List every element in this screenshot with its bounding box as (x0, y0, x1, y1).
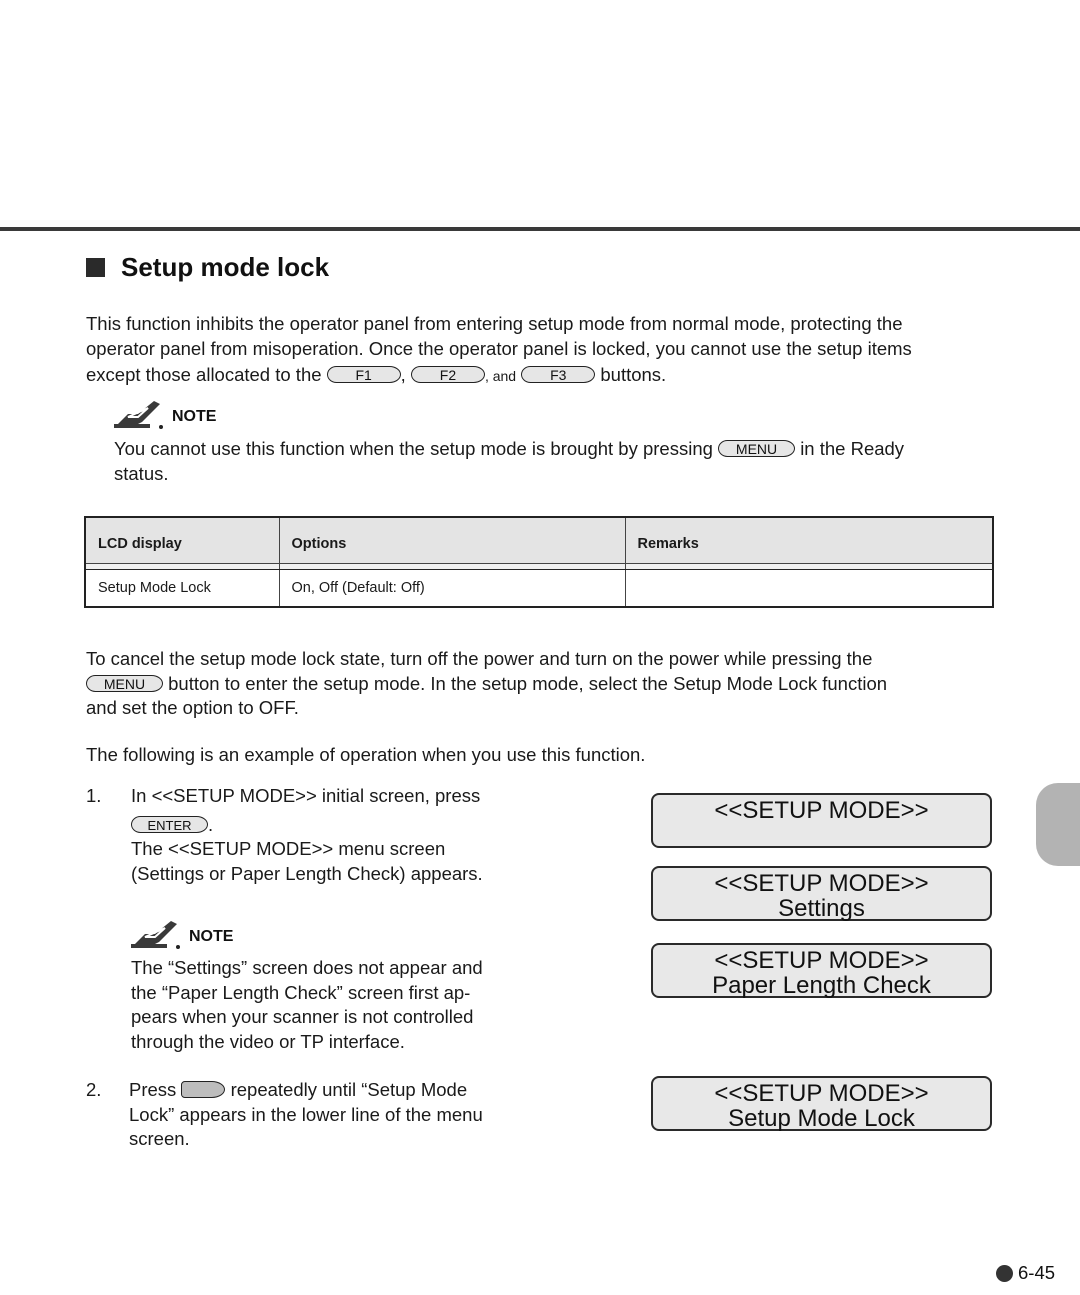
note-label: NOTE (189, 928, 234, 945)
intro-line-2: operator panel from misoperation. Once t… (86, 337, 912, 359)
right-arrow-key-icon (181, 1081, 226, 1099)
table-row: Setup Mode Lock On, Off (Default: Off) (85, 569, 993, 607)
cell-lcd-display: Setup Mode Lock (85, 569, 280, 607)
lcd-screen-paper-length-check: <<SETUP MODE>> Paper Length Check (651, 943, 992, 998)
step-1: In <<SETUP MODE>> initial screen, press … (131, 785, 483, 884)
enter-key: ENTER (131, 815, 208, 833)
settings-table: LCD display Options Remarks Setup Mode L… (84, 516, 994, 608)
note-label: NOTE (172, 408, 217, 425)
note-header: NOTE (114, 400, 216, 430)
square-bullet-icon (86, 258, 105, 277)
step-number: 2. (86, 1079, 102, 1100)
f2-key: F2 (410, 366, 485, 384)
example-intro: The following is an example of operation… (86, 744, 646, 765)
chapter-tab (1036, 783, 1080, 866)
lcd-screen-initial: <<SETUP MODE>> (651, 793, 992, 848)
intro-paragraph: This function inhibits the operator pane… (86, 312, 912, 389)
intro-line-3: except those allocated to the F1, F2, an… (86, 364, 667, 385)
intro-line-1: This function inhibits the operator pane… (86, 313, 903, 334)
header-remarks: Remarks (625, 517, 993, 564)
note-2-text: The “Settings” screen does not appear an… (131, 957, 483, 1052)
header-options: Options (279, 517, 626, 564)
section-title: Setup mode lock (121, 252, 330, 282)
menu-key: MENU (718, 440, 796, 458)
note-header: NOTE (131, 920, 233, 950)
bullet-dot-icon (996, 1264, 1013, 1282)
step-number: 1. (86, 785, 102, 806)
f3-key: F3 (521, 366, 596, 384)
f1-key: F1 (326, 366, 401, 384)
lcd-screen-settings: <<SETUP MODE>> Settings (651, 866, 992, 921)
cell-remarks (625, 569, 993, 607)
pencil-note-icon (114, 401, 163, 429)
page-number: 6-45 (996, 1262, 1055, 1284)
section-heading: Setup mode lock (86, 252, 329, 283)
step-2: Press repeatedly until “Setup Mode Lock”… (129, 1079, 483, 1149)
cancel-paragraph: To cancel the setup mode lock state, tur… (86, 648, 888, 718)
cell-options: On, Off (Default: Off) (279, 569, 626, 607)
note-text: You cannot use this function when the se… (114, 438, 905, 484)
menu-key: MENU (86, 674, 163, 692)
top-rule (0, 227, 1080, 231)
lcd-screen-setup-mode-lock: <<SETUP MODE>> Setup Mode Lock (651, 1076, 992, 1131)
pencil-note-icon (131, 921, 180, 949)
header-lcd-display: LCD display (85, 517, 280, 564)
